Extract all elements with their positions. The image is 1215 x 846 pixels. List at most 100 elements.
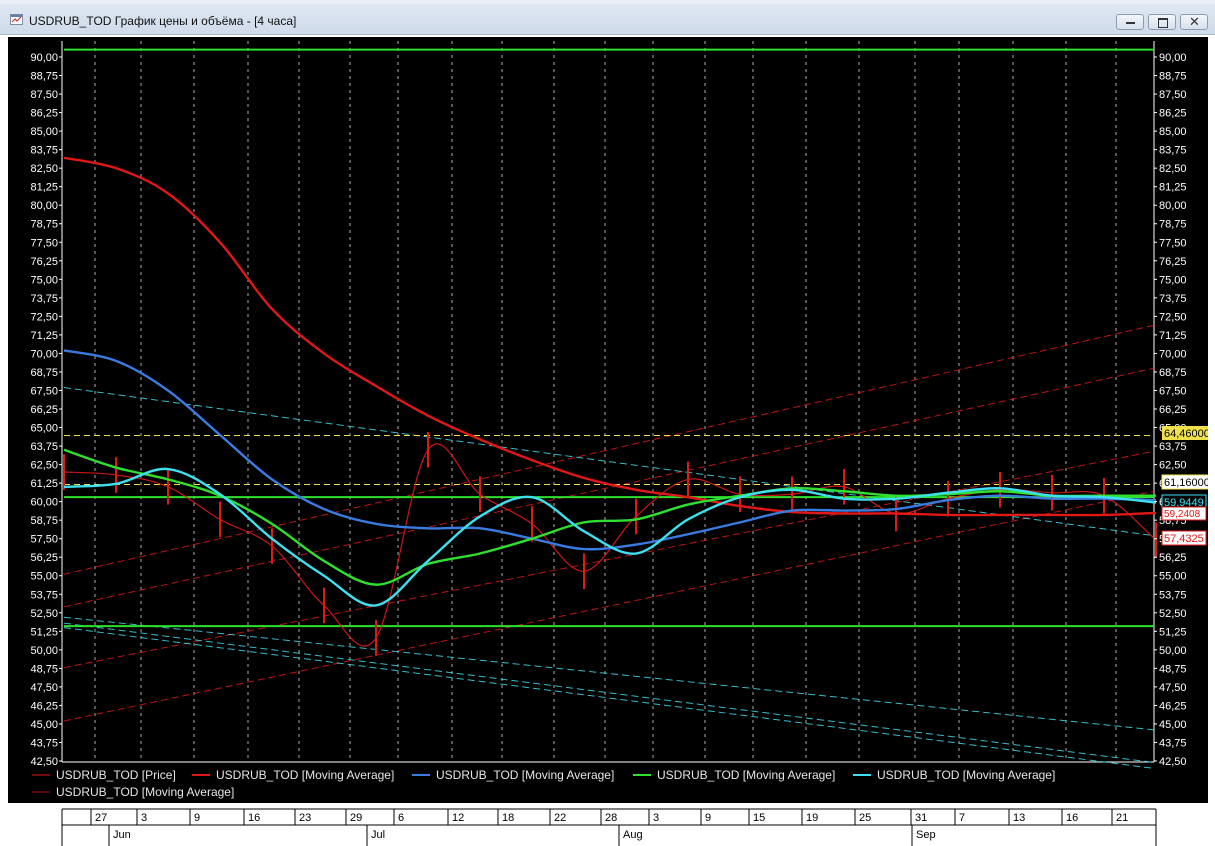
y-tick-right: 75,00 bbox=[1159, 274, 1187, 286]
y-tick-left: 88,75 bbox=[30, 71, 58, 83]
day-label-9: 22 bbox=[554, 812, 566, 824]
day-label-18: 13 bbox=[1013, 812, 1025, 824]
y-tick-left: 85,00 bbox=[30, 126, 58, 138]
y-tick-left: 81,25 bbox=[30, 182, 58, 194]
day-label-20: 21 bbox=[1116, 812, 1128, 824]
y-tick-right: 77,50 bbox=[1159, 237, 1187, 249]
minimize-button[interactable] bbox=[1116, 14, 1144, 30]
y-tick-left: 61,25 bbox=[30, 478, 58, 490]
y-tick-right: 45,00 bbox=[1159, 719, 1187, 731]
time-axis: 27 3 9 16 23 29 6 12 18 22 28 3 9 15 19 25 31 7 13 16 21 Jun… bbox=[8, 803, 1208, 846]
day-label-12: 9 bbox=[705, 812, 711, 824]
window-title: USDRUB_TOD График цены и объёма - [4 час… bbox=[29, 14, 297, 28]
restore-button[interactable] bbox=[1148, 14, 1176, 30]
day-label-19: 16 bbox=[1066, 812, 1078, 824]
y-tick-left: 82,50 bbox=[30, 163, 58, 175]
level-lower-tag: 61,160000 bbox=[1164, 477, 1208, 489]
y-tick-right: 72,50 bbox=[1159, 311, 1187, 323]
y-tick-right: 50,00 bbox=[1159, 645, 1187, 657]
y-tick-left: 83,75 bbox=[30, 145, 58, 157]
day-label-2: 9 bbox=[194, 812, 200, 824]
y-tick-right: 71,25 bbox=[1159, 330, 1187, 342]
y-tick-left: 58,75 bbox=[30, 515, 58, 527]
y-tick-left: 90,00 bbox=[30, 52, 58, 64]
day-label-0: 27 bbox=[95, 812, 107, 824]
y-tick-left: 46,25 bbox=[30, 700, 58, 712]
y-tick-left: 65,00 bbox=[30, 423, 58, 435]
y-tick-right: 81,25 bbox=[1159, 182, 1187, 194]
y-tick-right: 86,25 bbox=[1159, 108, 1187, 120]
y-tick-left: 68,75 bbox=[30, 367, 58, 379]
y-tick-right: 80,00 bbox=[1159, 200, 1187, 212]
day-label-4: 23 bbox=[299, 812, 311, 824]
y-tick-right: 48,75 bbox=[1159, 663, 1187, 675]
close-icon: ✕ bbox=[1189, 14, 1200, 29]
ma-red-tag: 59,2408 bbox=[1164, 509, 1201, 520]
y-tick-left: 55,00 bbox=[30, 571, 58, 583]
day-label-16: 31 bbox=[915, 812, 927, 824]
day-label-17: 7 bbox=[959, 812, 965, 824]
day-label-11: 3 bbox=[653, 812, 659, 824]
y-tick-left: 72,50 bbox=[30, 311, 58, 323]
day-label-8: 18 bbox=[502, 812, 514, 824]
y-tick-right: 47,50 bbox=[1159, 682, 1187, 694]
y-tick-left: 42,50 bbox=[30, 756, 58, 768]
y-tick-right: 85,00 bbox=[1159, 126, 1187, 138]
y-tick-left: 75,00 bbox=[30, 274, 58, 286]
close-button[interactable]: ✕ bbox=[1180, 14, 1208, 30]
y-tick-left: 70,00 bbox=[30, 348, 58, 360]
month-label-2: Aug bbox=[623, 829, 643, 841]
price-last-tag: 57,4325 bbox=[1164, 533, 1204, 545]
y-tick-right: 53,75 bbox=[1159, 589, 1187, 601]
y-tick-right: 66,25 bbox=[1159, 404, 1187, 416]
y-tick-right: 88,75 bbox=[1159, 71, 1187, 83]
chart-window-icon bbox=[10, 14, 23, 25]
month-label-0: Jun bbox=[113, 829, 131, 841]
price-chart[interactable]: 90,00 88,75 87,50 86,25 85,00 83,75 82,50 81,25… bbox=[8, 37, 1208, 803]
y-tick-left: 43,75 bbox=[30, 737, 58, 749]
y-tick-left: 52,50 bbox=[30, 608, 58, 620]
y-tick-left: 51,25 bbox=[30, 626, 58, 638]
month-label-1: Jul bbox=[371, 829, 385, 841]
y-tick-left: 50,00 bbox=[30, 645, 58, 657]
y-tick-right: 56,25 bbox=[1159, 552, 1187, 564]
y-tick-left: 77,50 bbox=[30, 237, 58, 249]
y-tick-left: 76,25 bbox=[30, 256, 58, 268]
y-tick-right: 46,25 bbox=[1159, 700, 1187, 712]
y-tick-right: 52,50 bbox=[1159, 608, 1187, 620]
y-tick-right: 76,25 bbox=[1159, 256, 1187, 268]
y-tick-left: 57,50 bbox=[30, 534, 58, 546]
y-tick-left: 45,00 bbox=[30, 719, 58, 731]
day-label-13: 15 bbox=[753, 812, 765, 824]
y-tick-right: 73,75 bbox=[1159, 293, 1187, 305]
y-tick-left: 60,00 bbox=[30, 497, 58, 509]
y-tick-right: 78,75 bbox=[1159, 219, 1187, 231]
y-tick-right: 83,75 bbox=[1159, 145, 1187, 157]
day-label-15: 25 bbox=[859, 812, 871, 824]
y-tick-right: 55,00 bbox=[1159, 571, 1187, 583]
day-label-10: 28 bbox=[605, 812, 617, 824]
y-tick-left: 47,50 bbox=[30, 682, 58, 694]
y-tick-left: 67,50 bbox=[30, 385, 58, 397]
legend-label-1: USDRUB_TOD [Moving Average] bbox=[216, 768, 394, 782]
y-tick-right: 43,75 bbox=[1159, 737, 1187, 749]
y-tick-right: 90,00 bbox=[1159, 52, 1187, 64]
y-tick-right: 82,50 bbox=[1159, 163, 1187, 175]
y-tick-left: 78,75 bbox=[30, 219, 58, 231]
y-tick-right: 63,75 bbox=[1159, 441, 1187, 453]
restore-icon bbox=[1158, 18, 1168, 28]
day-label-14: 19 bbox=[806, 812, 818, 824]
y-tick-left: 63,75 bbox=[30, 441, 58, 453]
legend-label-2: USDRUB_TOD [Moving Average] bbox=[436, 768, 614, 782]
legend-label-4: USDRUB_TOD [Moving Average] bbox=[877, 768, 1055, 782]
y-tick-right: 87,50 bbox=[1159, 89, 1187, 101]
y-tick-right: 62,50 bbox=[1159, 460, 1187, 472]
y-tick-left: 53,75 bbox=[30, 589, 58, 601]
day-label-1: 3 bbox=[141, 812, 147, 824]
title-bar[interactable]: USDRUB_TOD График цены и объёма - [4 час… bbox=[0, 4, 1215, 35]
y-tick-left: 86,25 bbox=[30, 108, 58, 120]
y-tick-left: 80,00 bbox=[30, 200, 58, 212]
legend-label-3: USDRUB_TOD [Moving Average] bbox=[657, 768, 835, 782]
y-tick-right: 42,50 bbox=[1159, 756, 1187, 768]
y-tick-left: 71,25 bbox=[30, 330, 58, 342]
